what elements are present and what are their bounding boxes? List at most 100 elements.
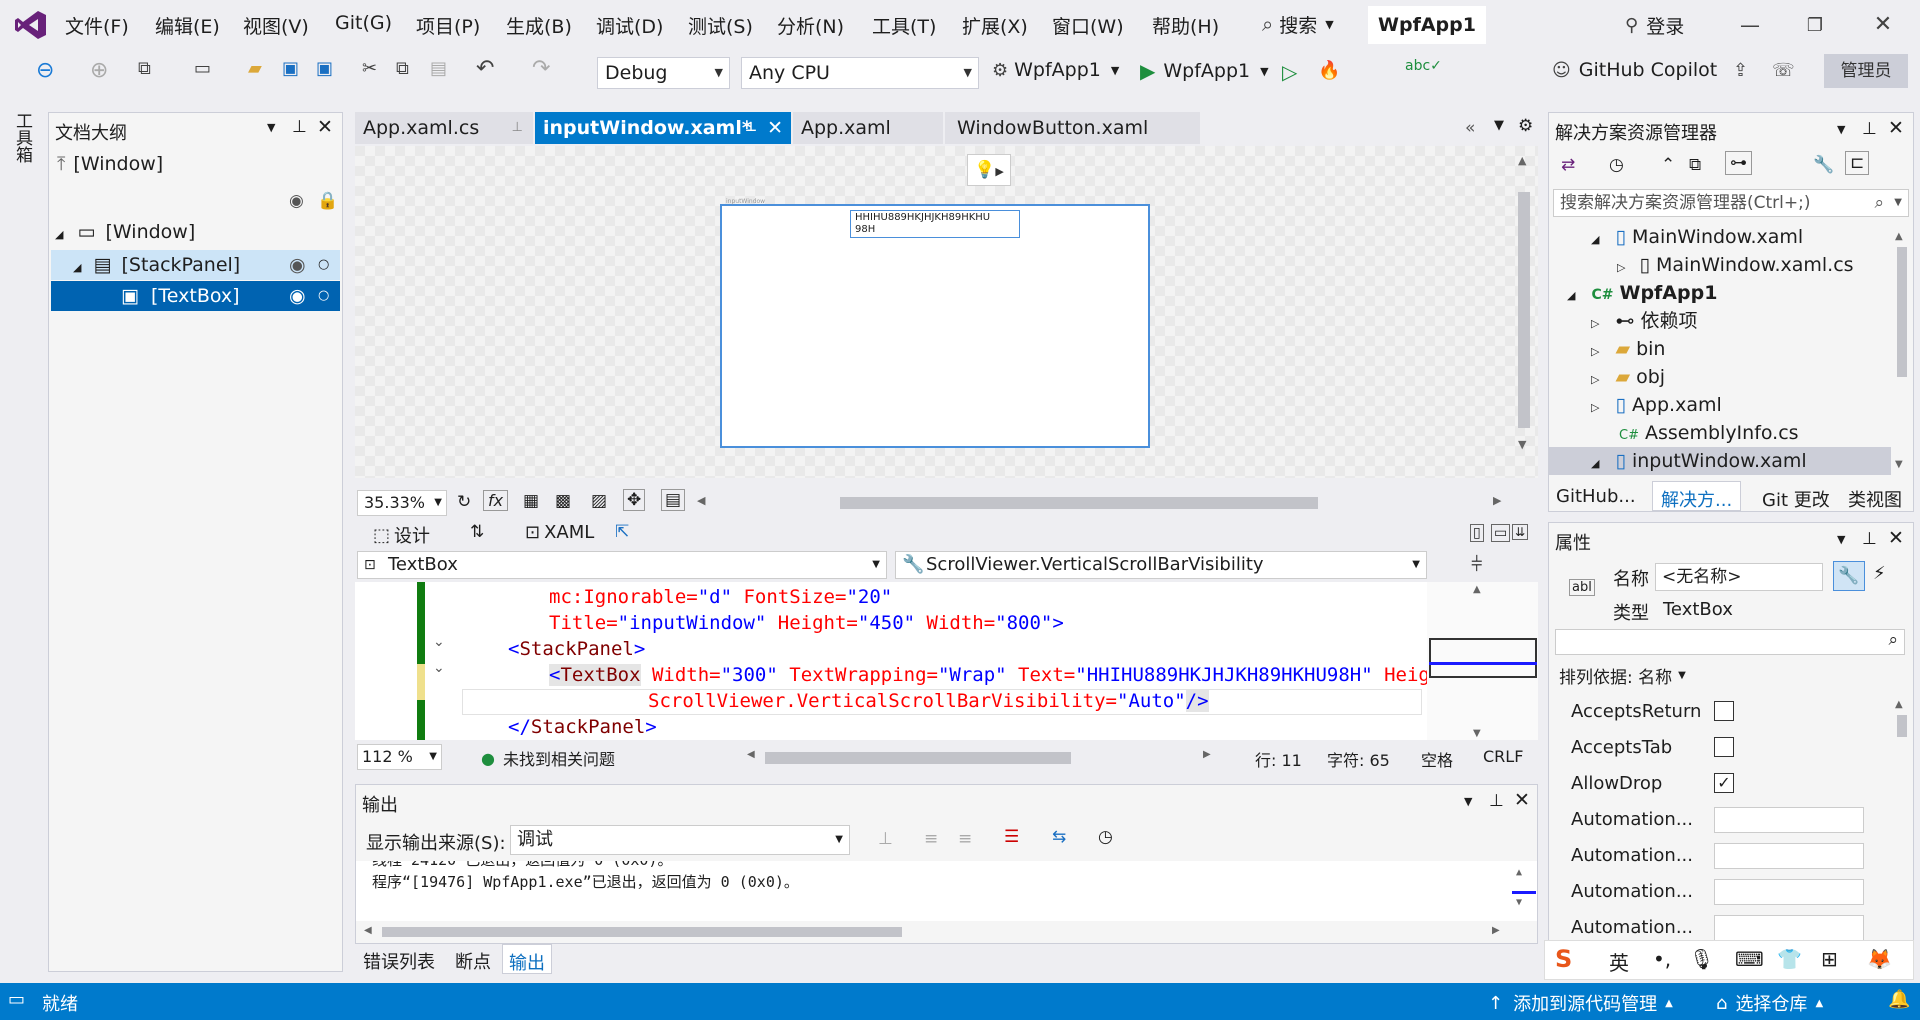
forward-icon[interactable]: ⊕ <box>90 58 108 83</box>
feedback-icon[interactable]: ☏ <box>1772 60 1795 81</box>
dropdown-icon[interactable]: ▼ <box>1464 795 1472 808</box>
property-search-input[interactable]: ⌕ <box>1555 629 1905 655</box>
pin-icon[interactable]: ⊥ <box>1862 119 1877 139</box>
tab-solution-explorer[interactable]: 解决方... <box>1652 481 1742 511</box>
collapse-all-icon[interactable]: ⌃ <box>1661 155 1675 175</box>
snap-lines-icon[interactable]: ✥ <box>623 489 646 511</box>
restore-icon[interactable]: ❐ <box>1800 12 1830 38</box>
pin-icon[interactable]: ⊥ <box>1489 791 1504 811</box>
zoom-select[interactable]: 35.33% ▼ <box>357 490 447 516</box>
split-horizontal-icon[interactable]: ▭ <box>1491 524 1511 542</box>
tab-git-changes[interactable]: Git 更改 <box>1762 486 1830 512</box>
new-project-icon[interactable]: ⧉ <box>138 58 151 79</box>
swap-panes-icon[interactable]: ⇅ <box>470 522 484 542</box>
menu-file[interactable]: 文件(F) <box>65 12 129 39</box>
microphone-icon[interactable]: 🎙 <box>1689 947 1714 971</box>
sol-item-app-xaml[interactable]: ▷ ▯ App.xaml <box>1549 391 1722 419</box>
gear-icon[interactable]: ⚙ <box>1518 116 1533 136</box>
menu-debug[interactable]: 调试(D) <box>596 12 663 39</box>
ime-language-toggle[interactable]: 英 <box>1609 947 1629 976</box>
minimize-icon[interactable]: — <box>1735 12 1765 38</box>
scroll-up-icon[interactable]: ▲ <box>1895 699 1903 710</box>
platform-select[interactable]: Any CPU ▼ <box>741 57 979 89</box>
prev-message-icon[interactable]: ≡ <box>924 829 938 849</box>
switch-view-icon[interactable]: ⇄ <box>1561 155 1575 175</box>
tree-item-textbox[interactable]: ▣ [TextBox] ◉ ○ <box>51 281 340 311</box>
copilot-button[interactable]: ☺ GitHub Copilot <box>1552 59 1717 81</box>
automation-4-input[interactable] <box>1714 915 1864 941</box>
start-without-debug-icon[interactable]: ▷ <box>1282 60 1297 84</box>
timestamp-icon[interactable]: ◷ <box>1098 827 1113 847</box>
clear-all-icon[interactable]: ☰ <box>1004 827 1019 847</box>
add-item-icon[interactable]: ▭ <box>194 58 211 79</box>
sol-item-inputwindow-xaml[interactable]: ◢ ▯ inputWindow.xaml <box>1549 447 1891 475</box>
menu-view[interactable]: 视图(V) <box>243 12 309 39</box>
preview-icon[interactable]: ⊏ <box>1845 151 1870 175</box>
close-icon[interactable]: ✕ <box>1888 527 1904 549</box>
collapse-icon[interactable]: ⌄ <box>433 634 445 650</box>
tree-item-stackpanel[interactable]: ◢ ▤ [StackPanel] ◉ ○ <box>51 250 340 280</box>
menu-help[interactable]: 帮助(H) <box>1152 12 1219 39</box>
events-view-icon[interactable]: ⚡ <box>1873 563 1886 584</box>
hscroll-left-icon[interactable]: ◀ <box>697 494 705 507</box>
selected-textbox[interactable]: HHIHU889HKJHJKH89HKHU 98H <box>850 210 1020 238</box>
issues-indicator[interactable]: ● 未找到相关问题 <box>481 746 615 770</box>
mascot-icon[interactable]: 🦊 <box>1867 947 1892 971</box>
close-icon[interactable]: ✕ <box>317 116 333 138</box>
hscroll-left-icon[interactable]: ◀ <box>747 749 755 760</box>
sol-item-mainwindow-xaml[interactable]: ◢ ▯ MainWindow.xaml <box>1549 223 1803 251</box>
scroll-up-icon[interactable]: ▲ <box>1518 154 1526 167</box>
eye-icon[interactable]: ◉ <box>289 191 304 211</box>
scroll-tabs-icon[interactable]: « <box>1465 118 1475 138</box>
solution-vscroll[interactable] <box>1897 247 1907 377</box>
save-all-icon[interactable]: ▣ <box>316 58 333 79</box>
login-button[interactable]: ⚲ 登录 <box>1625 12 1684 39</box>
output-text[interactable]: 线程 24120 已退出，返回值为 0 (0x0)。 程序“[19476] Wp… <box>356 861 1537 921</box>
menu-window[interactable]: 窗口(W) <box>1052 12 1124 39</box>
split-editor-icon[interactable]: ⫩ <box>1471 552 1482 576</box>
tab-class-view[interactable]: 类视图 <box>1848 486 1902 512</box>
cut-icon[interactable]: ✂ <box>362 58 377 79</box>
code-minimap[interactable]: ▲ ▼ <box>1427 582 1538 740</box>
tab-github[interactable]: GitHub... <box>1556 486 1636 507</box>
properties-icon[interactable]: 🔧 <box>1813 155 1834 175</box>
scroll-up-icon[interactable]: ▲ <box>1895 231 1903 242</box>
hscroll-right-icon[interactable]: ▶ <box>1203 749 1211 760</box>
snap-grid-icon[interactable]: ▩ <box>555 491 571 511</box>
code-hscroll[interactable] <box>765 752 1071 764</box>
acceptsreturn-checkbox[interactable] <box>1714 701 1734 721</box>
close-icon[interactable]: ✕ <box>1868 10 1898 38</box>
scroll-up-icon[interactable]: ▲ <box>1473 584 1481 595</box>
sol-item-obj[interactable]: ▷ ▰ obj <box>1549 363 1665 391</box>
element-select[interactable]: ⊡ TextBox ▼ <box>357 551 887 579</box>
tab-windowbutton-xaml[interactable]: WindowButton.xaml <box>945 112 1200 144</box>
back-icon[interactable]: ⊖ <box>36 58 54 83</box>
startup-project-select[interactable]: ⚙ WpfApp1 ▼ <box>992 59 1119 81</box>
close-icon[interactable]: ✕ <box>767 112 783 144</box>
automation-2-input[interactable] <box>1714 843 1864 869</box>
sync-icon[interactable]: ⊶ <box>1725 151 1752 175</box>
keyboard-icon[interactable]: ⌨ <box>1735 947 1764 971</box>
pin-icon[interactable]: ⊥ <box>292 117 307 137</box>
member-select[interactable]: 🔧 ScrollViewer.VerticalScrollBarVisibilit… <box>895 551 1427 579</box>
output-source-select[interactable]: 调试 ▼ <box>510 825 850 855</box>
tab-error-list[interactable]: 错误列表 <box>363 948 435 974</box>
tab-app-xaml-cs[interactable]: App.xaml.cs ⊥ <box>355 112 533 144</box>
code-editor[interactable]: ⌄ ⌄ mc:Ignorable="d" FontSize="20" Title… <box>355 582 1538 740</box>
tree-item-window[interactable]: ◢ ▭ [Window] <box>55 217 338 247</box>
start-debug-button[interactable]: ▶ WpfApp1 ▼ <box>1140 59 1269 83</box>
dropdown-icon[interactable]: ▼ <box>1837 123 1845 136</box>
grid-icon[interactable]: ▦ <box>523 491 539 511</box>
collapse-icon[interactable]: ⌄ <box>433 660 445 676</box>
acceptstab-checkbox[interactable] <box>1714 737 1734 757</box>
skin-icon[interactable]: 👕 <box>1777 947 1802 971</box>
sort-by-button[interactable]: 排列依据: 名称 ▼ <box>1559 663 1686 688</box>
menu-project[interactable]: 项目(P) <box>416 12 480 39</box>
menu-build[interactable]: 生成(B) <box>506 12 572 39</box>
refresh-icon[interactable]: ↻ <box>457 492 471 512</box>
lightbulb-button[interactable]: 💡▶ <box>967 154 1011 186</box>
toolbox-grid-icon[interactable]: ⊞ <box>1821 947 1838 971</box>
hot-reload-icon[interactable]: 🔥 <box>1318 60 1340 81</box>
hscroll-left-icon[interactable]: ◀ <box>364 925 372 936</box>
lock-icon[interactable]: 🔒 <box>317 191 338 211</box>
